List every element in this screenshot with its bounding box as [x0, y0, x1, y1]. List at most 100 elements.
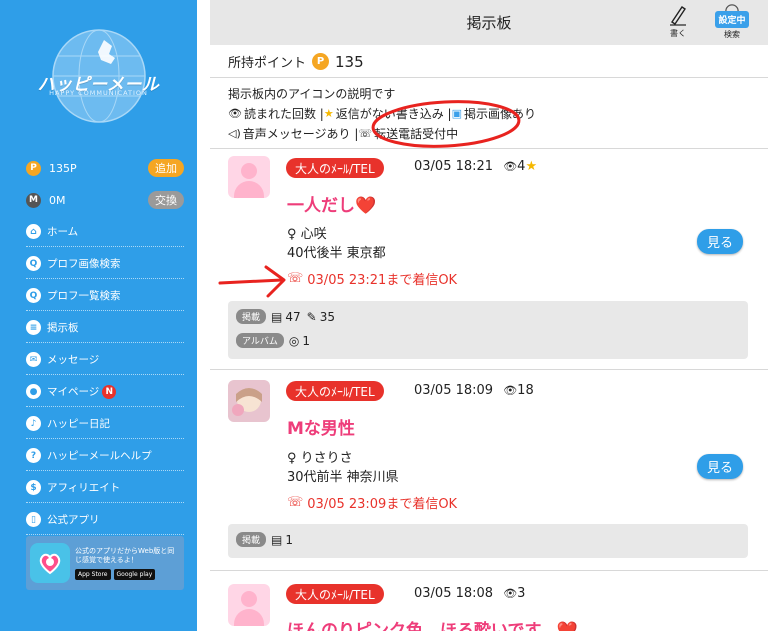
google-play-button[interactable]: Google play: [113, 568, 156, 580]
speaker-icon: ◁): [228, 127, 241, 140]
category-badge: 大人のﾒｰﾙ/TEL: [286, 381, 384, 401]
avatar[interactable]: [228, 380, 270, 422]
point-coin-icon: P: [312, 53, 330, 70]
legend-no-reply: 返信がない書き込み |: [335, 107, 452, 121]
help-icon: ?: [26, 448, 41, 463]
music-note-icon: ♪: [26, 416, 41, 431]
sidebar: ハッピーメール HAPPY COMMUNICATION P 135P 追加 M …: [0, 0, 197, 631]
phone-forward-icon: ☏: [287, 495, 304, 510]
post-count: 1: [285, 532, 293, 547]
user-name: ♀ りさりさ: [287, 451, 353, 466]
legend-call-forward: 転送電話受付中: [374, 127, 459, 141]
logo[interactable]: ハッピーメール HAPPY COMMUNICATION: [0, 0, 197, 150]
view-button[interactable]: 見る: [697, 454, 743, 479]
legend-voice: 音声メッセージあり |: [242, 127, 359, 141]
sidebar-item[interactable]: ● マイページ N: [26, 377, 184, 407]
call-until: 03/05 23:21まで着信OK: [307, 273, 458, 288]
home-icon: ⌂: [26, 224, 41, 239]
post-title[interactable]: 一人だし❤️: [287, 191, 376, 216]
user-info: 40代後半 東京都: [287, 246, 386, 261]
exchange-button[interactable]: 交換: [148, 191, 184, 209]
dollar-icon: $: [26, 480, 41, 495]
phone-forward-icon: ☏: [358, 127, 373, 140]
sidebar-item-label: ハッピー日記: [47, 418, 110, 430]
write-label: 書く: [670, 29, 686, 38]
search-icon: Q: [26, 288, 41, 303]
app-banner[interactable]: 公式のアプリだからWeb版と同じ感覚で使えるよ！ App Store Googl…: [26, 536, 184, 590]
points-summary: 所持ポイント P 135: [228, 52, 364, 72]
sidebar-item-label: ハッピーメールヘルプ: [47, 450, 152, 462]
sidebar-item[interactable]: ♪ ハッピー日記: [26, 409, 184, 439]
sidebar-item-label: 掲示板: [47, 322, 79, 334]
sidebar-item[interactable]: ? ハッピーメールヘルプ: [26, 441, 184, 471]
sidebar-item[interactable]: ≡ 掲示板: [26, 313, 184, 343]
pen-icon: [670, 6, 686, 26]
user-icon: ●: [26, 384, 41, 399]
sidebar-item[interactable]: ▯ 公式アプリ: [26, 505, 184, 535]
post-user: ♀ 心咲 40代後半 東京都: [287, 225, 386, 263]
post-title[interactable]: Mな男性: [287, 414, 355, 439]
main-content: 掲示板 書く 設定中 検索 所持ポイント P 135 掲示板内のアイコンの説明で…: [210, 0, 768, 631]
money-row: M 0M 交換: [26, 189, 184, 211]
points-value: 135P: [49, 161, 77, 175]
view-button[interactable]: 見る: [697, 229, 743, 254]
legend-title: 掲示板内のアイコンの説明です: [228, 87, 396, 101]
write-button[interactable]: 書く: [666, 4, 690, 42]
money-value: 0M: [49, 193, 66, 207]
post-time-value: 03/05 18:09: [414, 383, 494, 398]
post-title[interactable]: ほんのりピンク色、ほろ酔いです。❤️: [287, 616, 578, 631]
camera-icon: ◎: [288, 333, 300, 348]
post-time: 03/05 18:08 👁3: [414, 586, 525, 601]
app-banner-text: 公式のアプリだからWeb版と同じ感覚で使えるよ！: [75, 546, 175, 564]
points-row: P 135P 追加: [26, 157, 184, 179]
divider: [210, 77, 768, 78]
eye-icon: 👁: [503, 160, 518, 173]
setting-badge: 設定中: [715, 11, 749, 28]
edit-icon: ✎: [306, 309, 317, 324]
post-item[interactable]: 大人のﾒｰﾙ/TEL 03/05 18:09 👁18 Mな男性 ♀ りさりさ 3…: [210, 369, 768, 569]
search-icon: Q: [26, 256, 41, 271]
call-status: ☏ 03/05 23:09まで着信OK: [287, 493, 457, 512]
globe-icon: [52, 29, 146, 123]
add-points-button[interactable]: 追加: [148, 159, 184, 177]
point-coin-icon: P: [26, 160, 41, 176]
eye-icon: 👁: [503, 587, 518, 600]
user-name: ♀ 心咲: [287, 227, 327, 242]
legend-image: 掲示画像あり: [463, 107, 536, 121]
image-icon: ▣: [451, 107, 462, 120]
sidebar-item-label: マイページ: [47, 386, 100, 398]
post-count-label: 掲載: [236, 532, 267, 547]
call-until: 03/05 23:09まで着信OK: [307, 497, 458, 512]
post-item[interactable]: 大人のﾒｰﾙ/TEL 03/05 18:08 👁3 ほんのりピンク色、ほろ酔いで…: [210, 570, 768, 631]
notification-badge: N: [102, 384, 117, 399]
post-user: ♀ りさりさ 30代前半 神奈川県: [287, 449, 399, 487]
search-settings-button[interactable]: 設定中 検索: [712, 4, 752, 40]
logo-subtitle: HAPPY COMMUNICATION: [49, 89, 148, 97]
sidebar-item-label: メッセージ: [47, 354, 100, 366]
post-stats: 掲載 ▤ 1: [228, 524, 748, 558]
sidebar-item[interactable]: Q プロフ一覧検索: [26, 281, 184, 311]
post-time-value: 03/05 18:21: [414, 159, 494, 174]
category-badge: 大人のﾒｰﾙ/TEL: [286, 584, 384, 604]
avatar[interactable]: [228, 156, 270, 198]
post-stats: 掲載 ▤ 47 ✎ 35 アルバム ◎ 1: [228, 301, 748, 359]
sidebar-item[interactable]: ✉ メッセージ: [26, 345, 184, 375]
search-label: 検索: [724, 30, 740, 39]
sidebar-item[interactable]: $ アフィリエイト: [26, 473, 184, 503]
money-coin-icon: M: [26, 192, 41, 208]
user-info: 30代前半 神奈川県: [287, 470, 399, 485]
app-store-button[interactable]: App Store: [75, 568, 111, 580]
sidebar-item[interactable]: ⌂ ホーム: [26, 217, 184, 247]
post-item[interactable]: 大人のﾒｰﾙ/TEL 03/05 18:21 👁4★ 一人だし❤️ ♀ 心咲 4…: [210, 148, 768, 366]
star-icon: ★: [525, 159, 538, 174]
view-count: 3: [517, 586, 526, 601]
star-icon: ★: [323, 107, 334, 120]
phone-icon: ▯: [26, 512, 41, 527]
post-count-label: 掲載: [236, 309, 267, 324]
album-count: 1: [302, 333, 311, 348]
category-badge: 大人のﾒｰﾙ/TEL: [286, 158, 384, 178]
avatar[interactable]: [228, 584, 270, 626]
sidebar-item[interactable]: Q プロフ画像検索: [26, 249, 184, 279]
sidebar-item-label: ホーム: [47, 226, 79, 238]
sidebar-item-label: プロフ一覧検索: [47, 290, 121, 302]
